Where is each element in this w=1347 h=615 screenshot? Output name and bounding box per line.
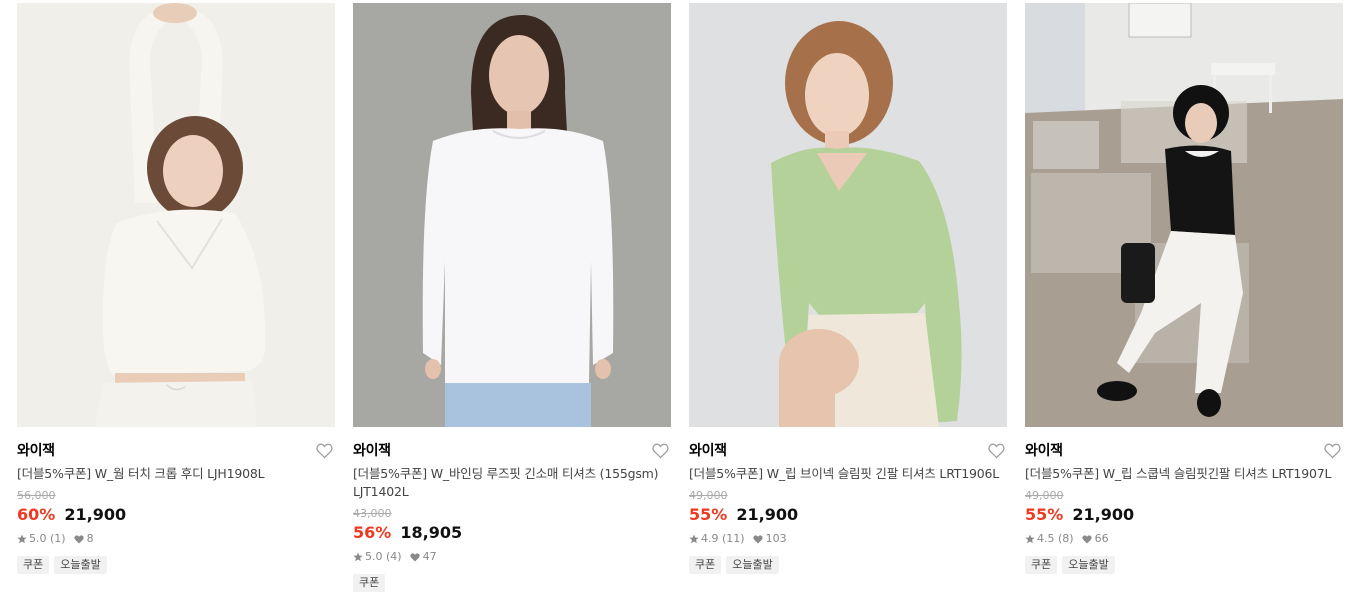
tag-coupon: 쿠폰: [689, 556, 722, 574]
heart-filled-icon: [752, 534, 763, 543]
product-photo-hoodie: [17, 3, 335, 427]
star-icon: [353, 552, 363, 562]
product-grid: 와이잭 [더블5%쿠폰] W_웜 터치 크롭 후디 LJH1908L 56,00…: [0, 0, 1347, 615]
like-count: 47: [422, 550, 437, 563]
product-image[interactable]: [17, 3, 335, 427]
tag-today-ship: 오늘출발: [726, 556, 779, 574]
price-row: 55% 21,900: [1025, 504, 1343, 526]
heart-outline-icon[interactable]: [652, 443, 669, 459]
like-count: 103: [765, 532, 787, 545]
product-title[interactable]: [더블5%쿠폰] W_바인딩 루즈핏 긴소매 티셔츠 (155gsm) LJT1…: [353, 465, 671, 501]
tag-coupon: 쿠폰: [17, 556, 50, 574]
review-stats: 4.5 (8) 66: [1025, 531, 1343, 547]
heart-filled-icon: [409, 552, 420, 561]
brand-name[interactable]: 와이잭: [17, 440, 335, 462]
discount-rate: 55%: [1025, 505, 1064, 524]
product-image[interactable]: [1025, 3, 1343, 427]
product-card[interactable]: 와이잭 [더블5%쿠폰] W_립 스쿱넥 슬림핏긴팔 티셔츠 LRT1907L …: [1025, 3, 1343, 574]
heart-filled-icon: [1081, 534, 1092, 543]
tag-today-ship: 오늘출발: [54, 556, 107, 574]
original-price: 56,000: [17, 489, 56, 502]
review-stats: 4.9 (11) 103: [689, 531, 1007, 547]
product-card[interactable]: 와이잭 [더블5%쿠폰] W_립 브이넥 슬림핏 긴팔 티셔츠 LRT1906L…: [689, 3, 1007, 574]
like-count: 8: [86, 532, 94, 545]
brand-name[interactable]: 와이잭: [1025, 440, 1343, 462]
heart-outline-icon[interactable]: [316, 443, 333, 459]
discount-rate: 60%: [17, 505, 56, 524]
sale-price: 18,905: [400, 523, 463, 542]
star-icon: [689, 534, 699, 544]
review-stats: 5.0 (1) 8: [17, 531, 335, 547]
sale-price: 21,900: [1072, 505, 1135, 524]
tag-today-ship: 오늘출발: [1062, 556, 1115, 574]
brand-name[interactable]: 와이잭: [689, 440, 1007, 462]
heart-outline-icon[interactable]: [988, 443, 1005, 459]
product-title[interactable]: [더블5%쿠폰] W_립 브이넥 슬림핏 긴팔 티셔츠 LRT1906L: [689, 465, 1007, 483]
like-count: 66: [1094, 532, 1109, 545]
tag-list: 쿠폰 오늘출발: [689, 556, 1007, 574]
product-image[interactable]: [353, 3, 671, 427]
tag-list: 쿠폰: [353, 574, 671, 592]
product-title[interactable]: [더블5%쿠폰] W_웜 터치 크롭 후디 LJH1908L: [17, 465, 335, 483]
product-photo-tshirt-green: [689, 3, 1007, 427]
sale-price: 21,900: [736, 505, 799, 524]
price-row: 56% 18,905: [353, 522, 671, 544]
product-image[interactable]: [689, 3, 1007, 427]
tag-coupon: 쿠폰: [1025, 556, 1058, 574]
original-price: 49,000: [689, 489, 728, 502]
tag-coupon: 쿠폰: [353, 574, 386, 592]
original-price: 49,000: [1025, 489, 1064, 502]
heart-outline-icon[interactable]: [1324, 443, 1341, 459]
star-icon: [17, 534, 27, 544]
product-card[interactable]: 와이잭 [더블5%쿠폰] W_웜 터치 크롭 후디 LJH1908L 56,00…: [17, 3, 335, 574]
tag-list: 쿠폰 오늘출발: [1025, 556, 1343, 574]
discount-rate: 55%: [689, 505, 728, 524]
rating-text: 4.5 (8): [1037, 532, 1074, 545]
heart-filled-icon: [73, 534, 84, 543]
product-title[interactable]: [더블5%쿠폰] W_립 스쿱넥 슬림핏긴팔 티셔츠 LRT1907L: [1025, 465, 1343, 483]
price-row: 55% 21,900: [689, 504, 1007, 526]
tag-list: 쿠폰 오늘출발: [17, 556, 335, 574]
brand-name[interactable]: 와이잭: [353, 440, 671, 462]
rating-text: 4.9 (11): [701, 532, 745, 545]
product-photo-tshirt-black: [1025, 3, 1343, 427]
discount-rate: 56%: [353, 523, 392, 542]
product-photo-tshirt-white: [353, 3, 671, 427]
rating-text: 5.0 (4): [365, 550, 402, 563]
review-stats: 5.0 (4) 47: [353, 549, 671, 565]
price-row: 60% 21,900: [17, 504, 335, 526]
product-card[interactable]: 와이잭 [더블5%쿠폰] W_바인딩 루즈핏 긴소매 티셔츠 (155gsm) …: [353, 3, 671, 592]
sale-price: 21,900: [64, 505, 127, 524]
star-icon: [1025, 534, 1035, 544]
rating-text: 5.0 (1): [29, 532, 66, 545]
original-price: 43,000: [353, 507, 392, 520]
